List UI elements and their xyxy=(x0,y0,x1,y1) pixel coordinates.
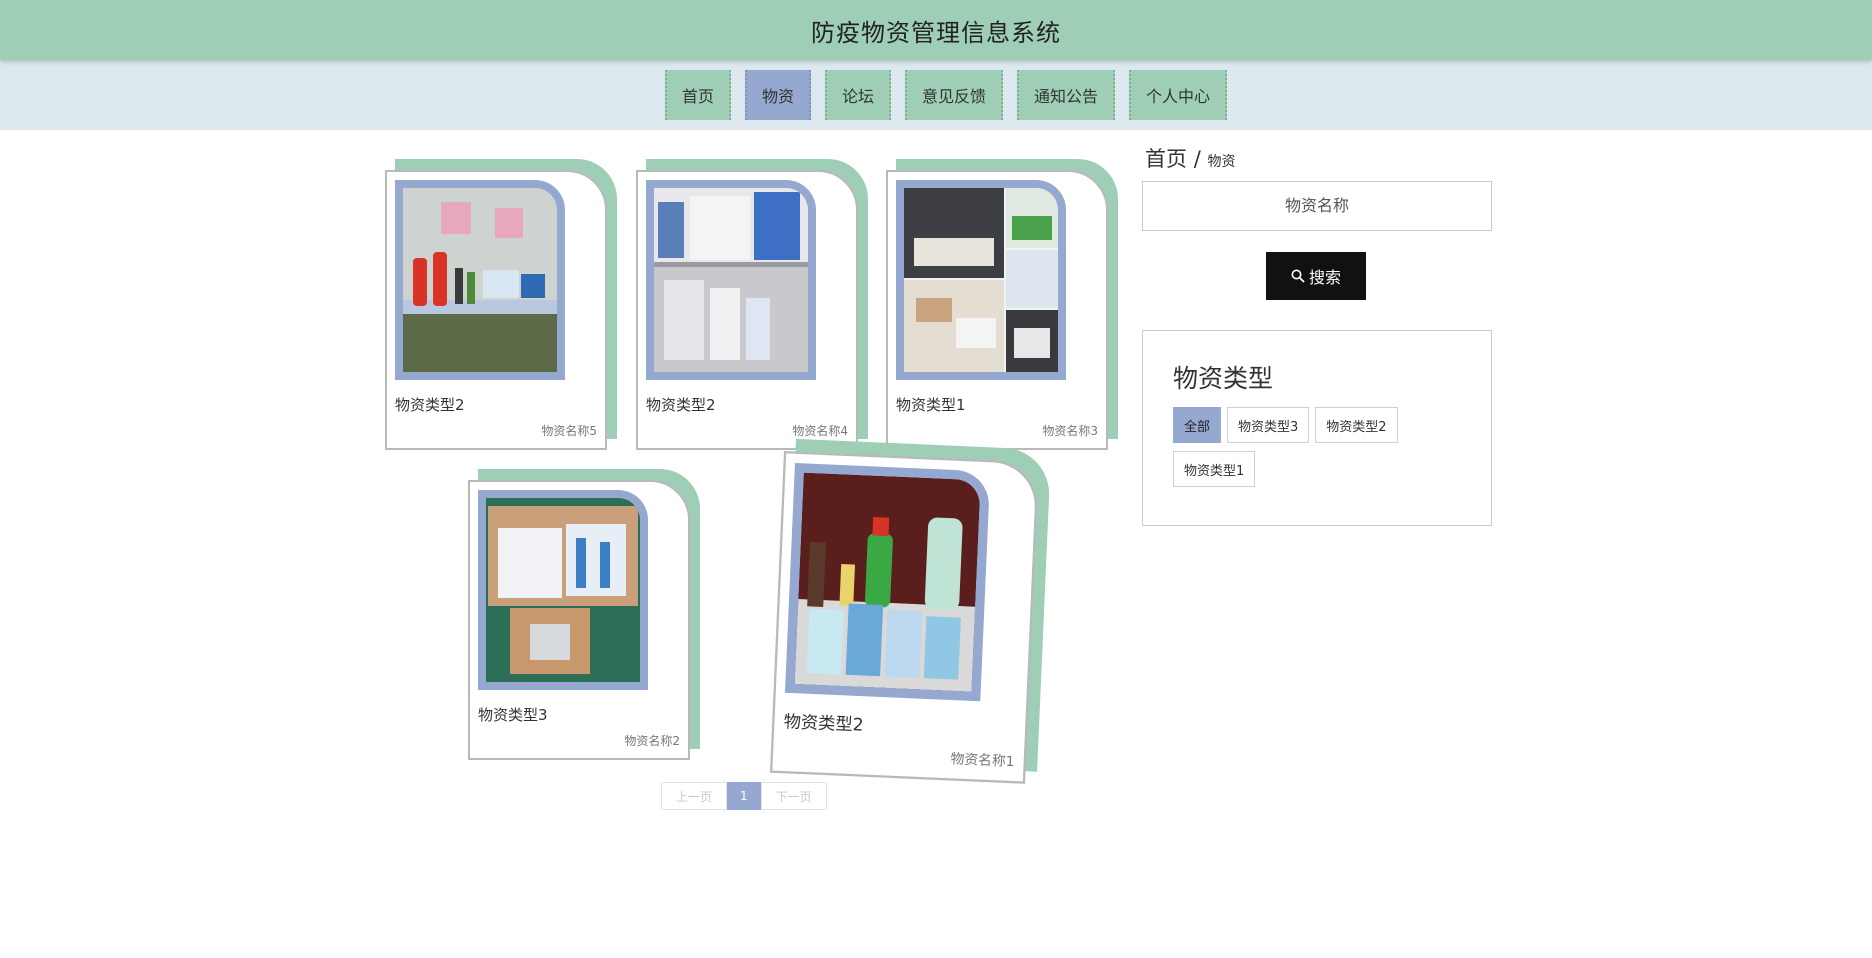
product-photo[interactable] xyxy=(896,180,1066,380)
search-icon xyxy=(1291,269,1305,283)
product-card[interactable]: 物资类型2 物资名称4 xyxy=(636,159,868,450)
breadcrumb-home[interactable]: 首页 xyxy=(1145,147,1187,171)
product-card-hovered[interactable]: 物资类型2 物资名称1 xyxy=(769,438,1052,784)
filter-title: 物资类型 xyxy=(1173,364,1274,393)
nav-item-profile[interactable]: 个人中心 xyxy=(1129,70,1228,120)
product-card[interactable]: 物资类型1 物资名称3 xyxy=(886,159,1118,450)
nav-item-forum[interactable]: 论坛 xyxy=(824,70,891,120)
tag-all[interactable]: 全部 xyxy=(1173,407,1222,443)
site-header: 防疫物资管理信息系统 xyxy=(0,0,1872,60)
product-name: 物资名称4 xyxy=(792,424,848,438)
tag-type-1[interactable]: 物资类型1 xyxy=(1173,451,1256,487)
spray-photo-image xyxy=(794,472,981,692)
product-photo[interactable] xyxy=(646,180,816,380)
product-photo[interactable] xyxy=(784,462,991,702)
nav-item-supplies[interactable]: 物资 xyxy=(744,70,811,120)
page-1-button[interactable]: 1 xyxy=(727,782,761,810)
next-page-button[interactable]: 下一页 xyxy=(760,782,827,810)
tag-type-2[interactable]: 物资类型2 xyxy=(1315,407,1398,443)
search-input[interactable]: 物资名称 xyxy=(1142,181,1492,231)
product-photo[interactable] xyxy=(478,490,648,690)
product-card[interactable]: 物资类型3 物资名称2 xyxy=(468,469,700,760)
product-name: 物资名称2 xyxy=(624,734,680,748)
product-type: 物资类型3 xyxy=(478,706,548,724)
product-type: 物资类型2 xyxy=(646,396,716,414)
breadcrumb-current: 物资 xyxy=(1207,154,1236,170)
collage-photo-image xyxy=(904,188,1058,372)
site-title: 防疫物资管理信息系统 xyxy=(811,18,1061,47)
boxes-photo-image xyxy=(486,498,640,682)
product-name: 物资名称3 xyxy=(1042,424,1098,438)
breadcrumb-separator: / xyxy=(1193,147,1201,171)
breadcrumb: 首页 / 物资 xyxy=(1145,143,1235,173)
search-button[interactable]: 搜索 xyxy=(1266,252,1366,300)
search-button-label: 搜索 xyxy=(1308,268,1341,287)
nav-item-feedback[interactable]: 意见反馈 xyxy=(905,70,1004,120)
tag-type-3[interactable]: 物资类型3 xyxy=(1227,407,1310,443)
product-type: 物资类型2 xyxy=(395,396,465,414)
main-nav: 首页 物资 论坛 意见反馈 通知公告 个人中心 xyxy=(0,60,1872,130)
prev-page-button[interactable]: 上一页 xyxy=(661,782,728,810)
product-card[interactable]: 物资类型2 物资名称5 xyxy=(385,159,617,450)
sanitizer-photo-image xyxy=(403,188,557,372)
pagination: 上一页 1 下一页 xyxy=(661,782,827,810)
nav-item-home[interactable]: 首页 xyxy=(664,70,731,120)
product-name: 物资名称1 xyxy=(950,750,1015,770)
category-tag-list: 全部 物资类型3 物资类型2 物资类型1 xyxy=(1173,407,1473,487)
cabinet-photo-image xyxy=(654,188,808,372)
category-filter-panel: 物资类型 全部 物资类型3 物资类型2 物资类型1 xyxy=(1142,330,1492,526)
product-photo[interactable] xyxy=(395,180,565,380)
nav-item-notices[interactable]: 通知公告 xyxy=(1017,70,1116,120)
product-type: 物资类型2 xyxy=(783,711,865,736)
product-type: 物资类型1 xyxy=(896,396,966,414)
product-name: 物资名称5 xyxy=(541,424,597,438)
